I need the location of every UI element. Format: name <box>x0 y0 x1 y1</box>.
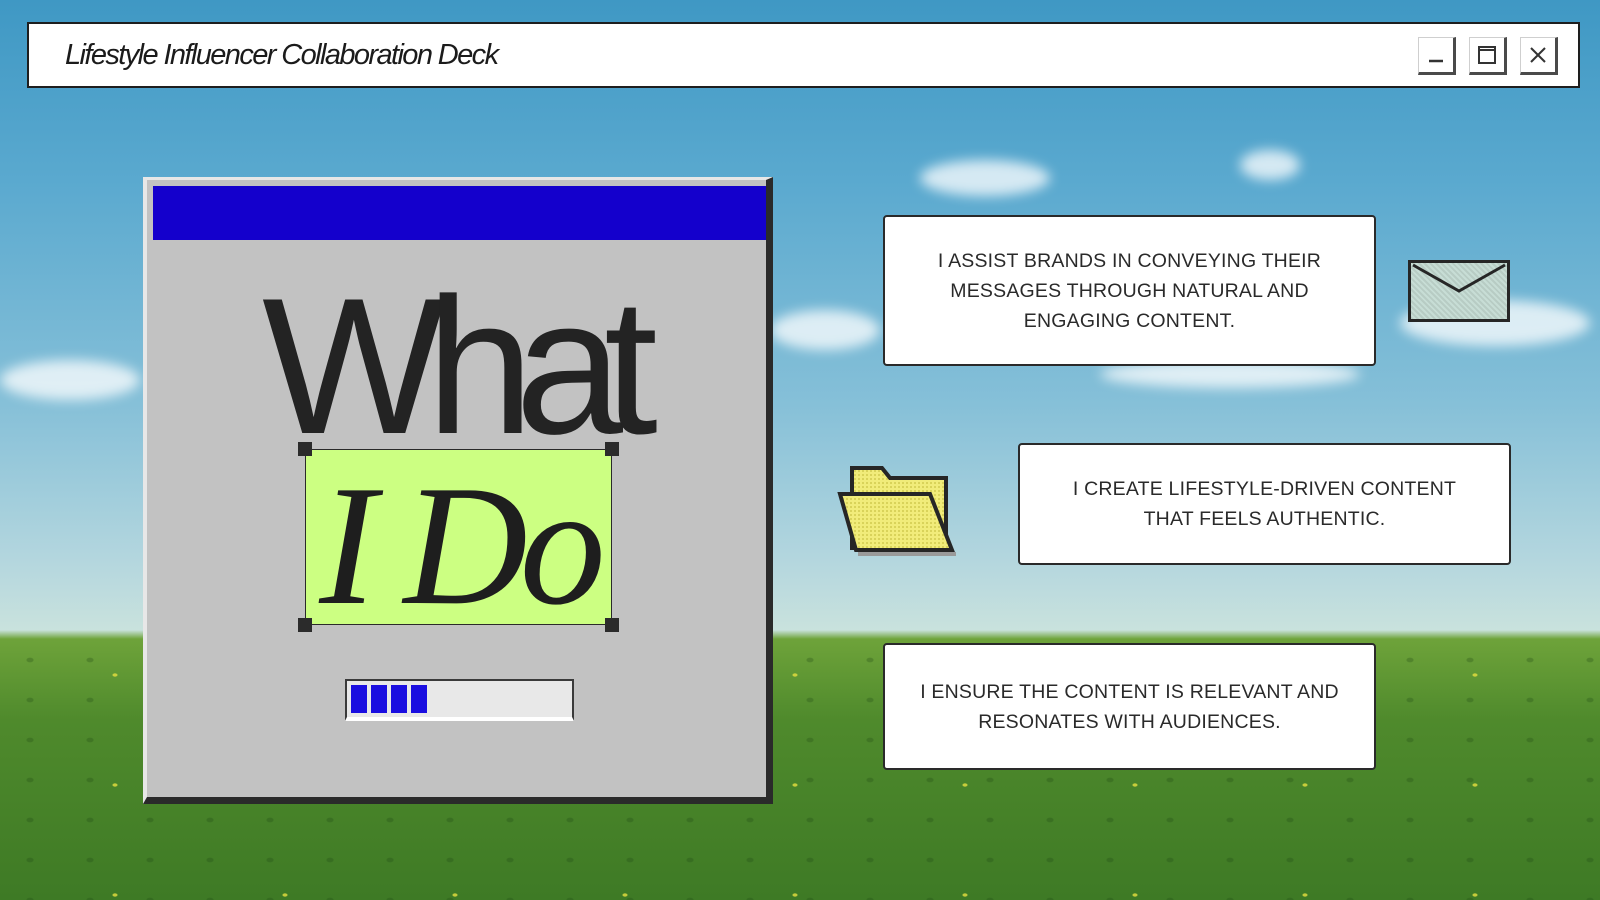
info-card-lifestyle: I CREATE LIFESTYLE-DRIVEN CONTENT THAT F… <box>1018 443 1511 565</box>
cloud <box>1240 150 1300 180</box>
info-card-text: I ENSURE THE CONTENT IS RELEVANT AND RES… <box>920 680 1339 733</box>
maximize-icon <box>1478 46 1496 64</box>
resize-handle-top-right[interactable] <box>605 442 619 456</box>
progress-segment <box>351 685 367 713</box>
resize-handle-bottom-left[interactable] <box>298 618 312 632</box>
info-card-brands: I ASSIST BRANDS IN CONVEYING THEIR MESSA… <box>883 215 1376 366</box>
folder-icon[interactable] <box>834 458 962 560</box>
progress-segment <box>411 685 427 713</box>
envelope-icon[interactable] <box>1408 260 1510 322</box>
window-title: Lifestyle Influencer Collaboration Deck <box>65 38 499 71</box>
maximize-button[interactable] <box>1469 37 1507 75</box>
heading-i-do: I Do <box>319 451 606 641</box>
info-card-text: I CREATE LIFESTYLE-DRIVEN CONTENT THAT F… <box>1072 478 1457 530</box>
cloud <box>920 160 1050 196</box>
minimize-icon <box>1429 59 1443 63</box>
window-controls <box>1418 37 1558 75</box>
progress-segment <box>371 685 387 713</box>
window-title-bar: Lifestyle Influencer Collaboration Deck <box>27 22 1580 88</box>
info-card-audiences: I ENSURE THE CONTENT IS RELEVANT AND RES… <box>883 643 1376 770</box>
progress-fill <box>351 685 427 713</box>
progress-segment <box>391 685 407 713</box>
heading-what: What <box>262 258 658 475</box>
progress-bar <box>345 679 574 721</box>
resize-handle-bottom-right[interactable] <box>605 618 619 632</box>
minimize-button[interactable] <box>1418 37 1456 75</box>
resize-handle-top-left[interactable] <box>298 442 312 456</box>
dialog-title-bar[interactable] <box>153 186 766 240</box>
cloud <box>0 360 140 400</box>
cloud <box>770 310 880 350</box>
info-card-text: I ASSIST BRANDS IN CONVEYING THEIR MESSA… <box>937 249 1322 332</box>
what-i-do-dialog: What I Do <box>143 177 773 804</box>
close-icon <box>1530 47 1546 63</box>
selected-text-frame[interactable]: I Do <box>298 442 619 632</box>
close-button[interactable] <box>1520 37 1558 75</box>
